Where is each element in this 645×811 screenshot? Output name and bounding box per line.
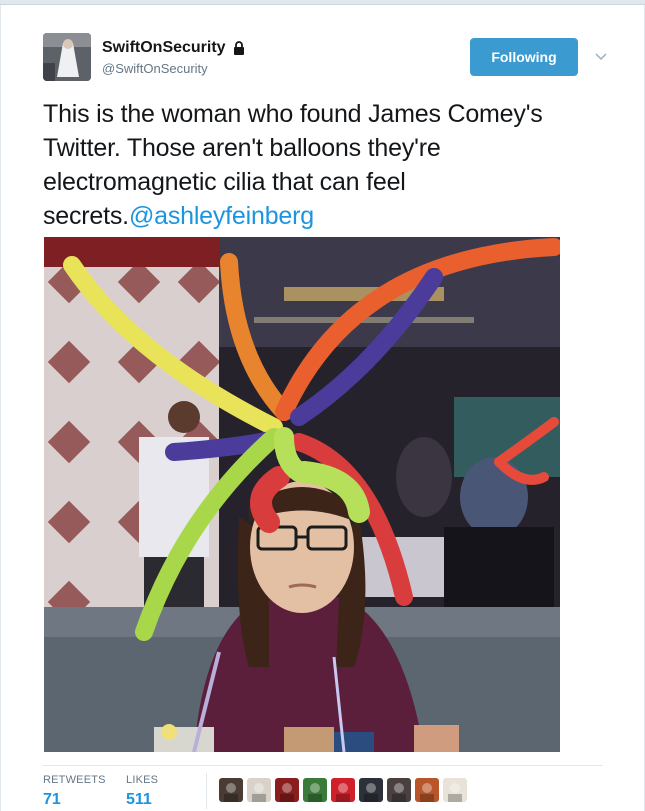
liker-avatar[interactable]: [331, 778, 355, 802]
chevron-down-icon[interactable]: [594, 52, 608, 62]
retweets-label: RETWEETS: [43, 774, 106, 786]
author-avatar[interactable]: [43, 33, 91, 81]
tweet-text: This is the woman who found James Comey'…: [43, 97, 603, 233]
stats-separator: [206, 773, 207, 809]
retweets-count[interactable]: 71: [43, 791, 106, 809]
tweet-card: SwiftOnSecurity @SwiftOnSecurity Followi…: [0, 5, 645, 811]
liker-avatar[interactable]: [359, 778, 383, 802]
liker-avatar[interactable]: [247, 778, 271, 802]
liker-avatar[interactable]: [219, 778, 243, 802]
liker-avatar[interactable]: [303, 778, 327, 802]
lock-icon: [234, 41, 245, 55]
likes-stat[interactable]: LIKES 511: [126, 774, 158, 809]
liker-avatar[interactable]: [415, 778, 439, 802]
retweets-stat[interactable]: RETWEETS 71: [43, 774, 106, 809]
author-name-block: SwiftOnSecurity @SwiftOnSecurity: [102, 39, 245, 76]
mention-link[interactable]: @ashleyfeinberg: [129, 202, 314, 230]
tweet-photo[interactable]: [44, 237, 560, 752]
following-button[interactable]: Following: [470, 38, 578, 76]
author-handle[interactable]: @SwiftOnSecurity: [102, 61, 245, 76]
liker-avatar[interactable]: [275, 778, 299, 802]
liker-avatar[interactable]: [443, 778, 467, 802]
author-display-name[interactable]: SwiftOnSecurity: [102, 39, 226, 57]
stats-divider: [43, 765, 603, 766]
liker-avatar[interactable]: [387, 778, 411, 802]
likes-label: LIKES: [126, 774, 159, 786]
likes-count[interactable]: 511: [126, 791, 158, 809]
liker-avatars: [219, 778, 467, 802]
